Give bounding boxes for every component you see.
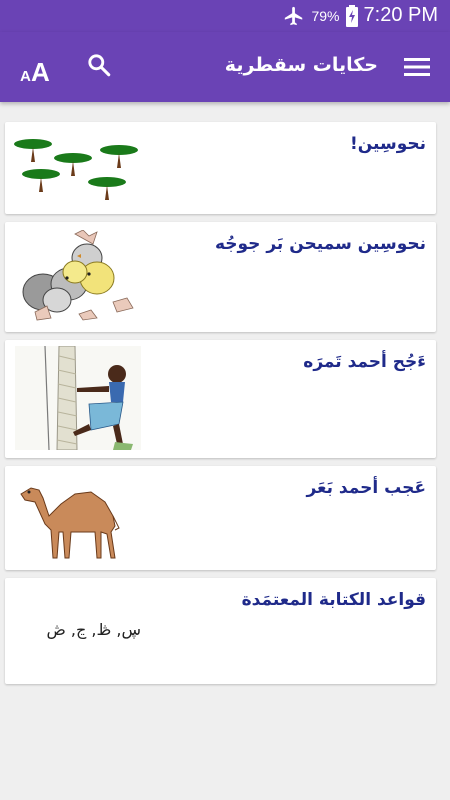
story-card[interactable]: نحوسِين!: [5, 122, 436, 214]
font-size-icon: A A: [20, 57, 50, 87]
rules-title: قواعد الكتابة المعتمَدة: [241, 590, 426, 610]
airplane-mode-icon: [285, 6, 303, 25]
battery-charging-icon: [345, 4, 358, 27]
trees-illustration: [14, 139, 138, 200]
story-card[interactable]: قواعد الكتابة المعتمَدة ڛ, ڟ, ڃ, ڞ: [5, 578, 436, 684]
search-icon: [88, 54, 111, 77]
font-size-button[interactable]: A A: [18, 50, 52, 87]
story-title: نحوسِين سميحن بَر جوجُه: [214, 234, 426, 254]
camel-illustration: [20, 487, 120, 559]
status-bar: 79% 7:20 PM: [0, 0, 450, 32]
battery-percent: 79%: [311, 7, 340, 24]
story-card[interactable]: ءَجُح أحمد تَمرَه: [5, 340, 436, 458]
clock: 7:20 PM: [363, 4, 438, 26]
search-button[interactable]: [86, 52, 116, 82]
boy-climbing-palm-illustration: [15, 346, 141, 450]
menu-button[interactable]: [404, 56, 430, 78]
chicks-illustration: [22, 230, 134, 321]
menu-icon: [404, 58, 430, 76]
story-title: عَجب أحمد بَعَر: [306, 478, 426, 498]
app-bar: A A حكايات سقطرية: [0, 32, 450, 102]
story-title: نحوسِين!: [349, 134, 426, 154]
story-card[interactable]: عَجب أحمد بَعَر: [5, 466, 436, 570]
story-title: ءَجُح أحمد تَمرَه: [303, 352, 426, 372]
status-bar-right: 79% 7:20 PM: [283, 4, 438, 27]
story-card[interactable]: نحوسِين سميحن بَر جوجُه: [5, 222, 436, 332]
rules-letters: ڛ, ڟ, ڃ, ڞ: [46, 620, 141, 639]
app-title: حكايات سقطرية: [224, 54, 378, 76]
